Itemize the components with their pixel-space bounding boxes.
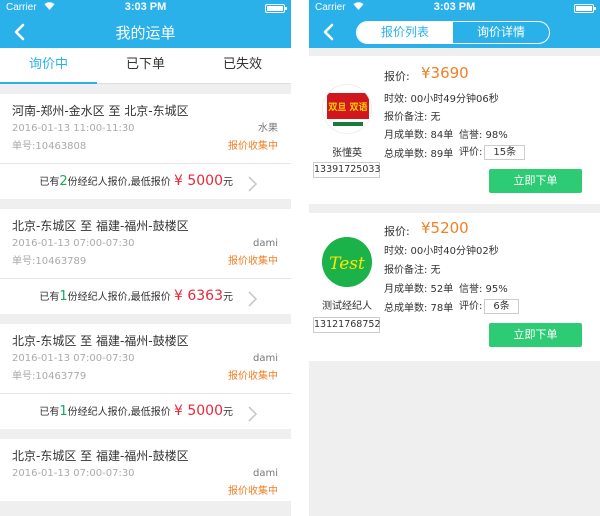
page-title: 我的运单 xyxy=(115,24,176,42)
segment-inquiry-detail[interactable]: 询价详情 xyxy=(453,22,549,43)
place-order-button[interactable]: 立即下单 xyxy=(489,169,582,193)
chevron-right-icon[interactable] xyxy=(246,403,258,422)
nav-bar: 我的运单 xyxy=(0,16,291,48)
order-route: 北京-东城区 至 福建-福州-鼓楼区 xyxy=(12,449,189,463)
status-bar: Carrier 3:03 PM xyxy=(0,0,291,16)
quote-price: ¥5200 xyxy=(421,219,469,237)
price-unit: 元 xyxy=(223,177,233,188)
quote-summary-row[interactable]: 已有2份经纪人报价,最低报价 ¥ 5000元 xyxy=(0,163,291,199)
order-status: 报价收集中 xyxy=(228,141,278,152)
total-orders: 总成单数: 89单 xyxy=(384,149,454,160)
price-label: 报价: xyxy=(384,70,410,83)
order-card[interactable]: 北京-东城区 至 福建-福州-鼓楼区 2016-01-13 07:00-07:3… xyxy=(0,209,291,314)
order-status: 报价收集中 xyxy=(228,256,278,267)
status-time: 3:03 PM xyxy=(433,1,476,13)
lowest-price: ¥ 5000 xyxy=(174,173,223,189)
order-card[interactable]: 北京-东城区 至 福建-福州-鼓楼区 2016-01-13 07:00-07:3… xyxy=(0,439,291,501)
order-tabs: 询价中 已下单 已失效 xyxy=(0,48,291,84)
price-unit: 元 xyxy=(223,292,233,303)
quote-prefix: 已有 xyxy=(39,292,60,303)
status-time: 3:03 PM xyxy=(124,1,167,13)
avatar-text: Test xyxy=(329,254,365,274)
order-cargo: dami xyxy=(253,238,278,249)
quote-card: Test 测试经纪人 13121768752 报价: ¥5200 时效: 00小… xyxy=(309,213,600,361)
battery-icon xyxy=(265,4,287,13)
total-orders: 总成单数: 78单 xyxy=(384,303,454,314)
tab-inquiring[interactable]: 询价中 xyxy=(0,48,97,83)
order-status: 报价收集中 xyxy=(228,486,278,497)
tab-underline xyxy=(0,82,97,84)
quote-card: 双旦 双语 张懂英 13391725033 报价: ¥3690 时效: 00小时… xyxy=(309,56,600,204)
quote-price: ¥3690 xyxy=(421,64,469,82)
tab-expired[interactable]: 已失效 xyxy=(194,48,291,83)
order-cargo: 水果 xyxy=(258,123,278,134)
quote-remark: 报价备注: 无 xyxy=(384,265,441,276)
place-order-button[interactable]: 立即下单 xyxy=(489,323,582,347)
quote-count: 1 xyxy=(59,404,68,419)
chevron-right-icon[interactable] xyxy=(246,288,258,307)
order-route: 北京-东城区 至 福建-福州-鼓楼区 xyxy=(12,219,189,233)
order-cargo: dami xyxy=(253,468,278,479)
back-chevron-icon[interactable] xyxy=(319,21,339,43)
order-route: 河南-郑州-金水区 至 北京-东城区 xyxy=(12,104,189,118)
evaluation: 评价: 15条 xyxy=(459,143,526,160)
order-cargo: dami xyxy=(253,353,278,364)
monthly-orders: 月成单数: 52单 xyxy=(384,284,454,295)
right-screen: Carrier 3:03 PM 报价列表 询价详情 双旦 双语 张懂英 1339… xyxy=(309,0,600,516)
segment-quote-list[interactable]: 报价列表 xyxy=(357,22,453,43)
time-limit: 时效: 00小时49分钟06秒 xyxy=(384,94,499,105)
quote-count: 2 xyxy=(59,174,68,189)
order-card[interactable]: 北京-东城区 至 福建-福州-鼓楼区 2016-01-13 07:00-07:3… xyxy=(0,324,291,429)
tab-ordered[interactable]: 已下单 xyxy=(97,48,194,83)
broker-name: 张懂英 xyxy=(332,148,362,159)
price-unit: 元 xyxy=(223,407,233,418)
order-number: 单号:10463779 xyxy=(12,371,87,382)
credit-score: 信誉: 95% xyxy=(459,284,508,295)
evaluation-count[interactable]: 6条 xyxy=(484,299,519,314)
order-datetime: 2016-01-13 11:00-11:30 xyxy=(12,123,135,134)
segmented-control: 报价列表 询价详情 xyxy=(356,21,550,44)
evaluation: 评价: 6条 xyxy=(459,297,519,314)
battery-icon xyxy=(574,4,596,13)
order-datetime: 2016-01-13 07:00-07:30 xyxy=(12,353,135,364)
chevron-right-icon[interactable] xyxy=(246,173,258,192)
order-card[interactable]: 河南-郑州-金水区 至 北京-东城区 2016-01-13 11:00-11:3… xyxy=(0,94,291,199)
broker-phone: 13121768752 xyxy=(313,317,381,333)
quote-mid: 份经纪人报价,最低报价 xyxy=(67,292,171,303)
evaluation-label: 评价: xyxy=(459,301,483,312)
monthly-orders: 月成单数: 84单 xyxy=(384,130,454,141)
order-datetime: 2016-01-13 07:00-07:30 xyxy=(12,238,135,249)
lowest-price: ¥ 6363 xyxy=(174,288,223,304)
quote-prefix: 已有 xyxy=(39,407,60,418)
quote-remark: 报价备注: 无 xyxy=(384,112,441,123)
status-bar: Carrier 3:03 PM xyxy=(309,0,600,16)
quote-count: 1 xyxy=(59,289,68,304)
quote-prefix: 已有 xyxy=(39,177,60,188)
avatar: 双旦 双语 xyxy=(322,84,372,134)
order-datetime: 2016-01-13 07:00-07:30 xyxy=(12,468,135,479)
order-status: 报价收集中 xyxy=(228,371,278,382)
order-number: 单号:10463808 xyxy=(12,141,87,152)
time-limit: 时效: 00小时40分钟02秒 xyxy=(384,246,499,257)
broker-phone: 13391725033 xyxy=(313,162,381,178)
evaluation-label: 评价: xyxy=(459,147,483,158)
avatar: Test xyxy=(322,237,372,287)
broker-name: 测试经纪人 xyxy=(322,301,372,312)
quote-summary-row[interactable]: 已有1份经纪人报价,最低报价 ¥ 6363元 xyxy=(0,278,291,314)
evaluation-count[interactable]: 15条 xyxy=(484,145,526,160)
price-label: 报价: xyxy=(384,225,410,238)
lowest-price: ¥ 5000 xyxy=(174,403,223,419)
nav-bar: 报价列表 询价详情 xyxy=(309,16,600,48)
avatar-text: 双旦 双语 xyxy=(328,102,367,113)
quote-mid: 份经纪人报价,最低报价 xyxy=(67,177,171,188)
quote-mid: 份经纪人报价,最低报价 xyxy=(67,407,171,418)
quote-summary-row[interactable]: 已有1份经纪人报价,最低报价 ¥ 5000元 xyxy=(0,393,291,429)
credit-score: 信誉: 98% xyxy=(459,130,508,141)
order-route: 北京-东城区 至 福建-福州-鼓楼区 xyxy=(12,334,189,348)
order-number: 单号:10463789 xyxy=(12,256,87,267)
left-screen: Carrier 3:03 PM 我的运单 询价中 已下单 已失效 河南-郑州-金… xyxy=(0,0,291,516)
